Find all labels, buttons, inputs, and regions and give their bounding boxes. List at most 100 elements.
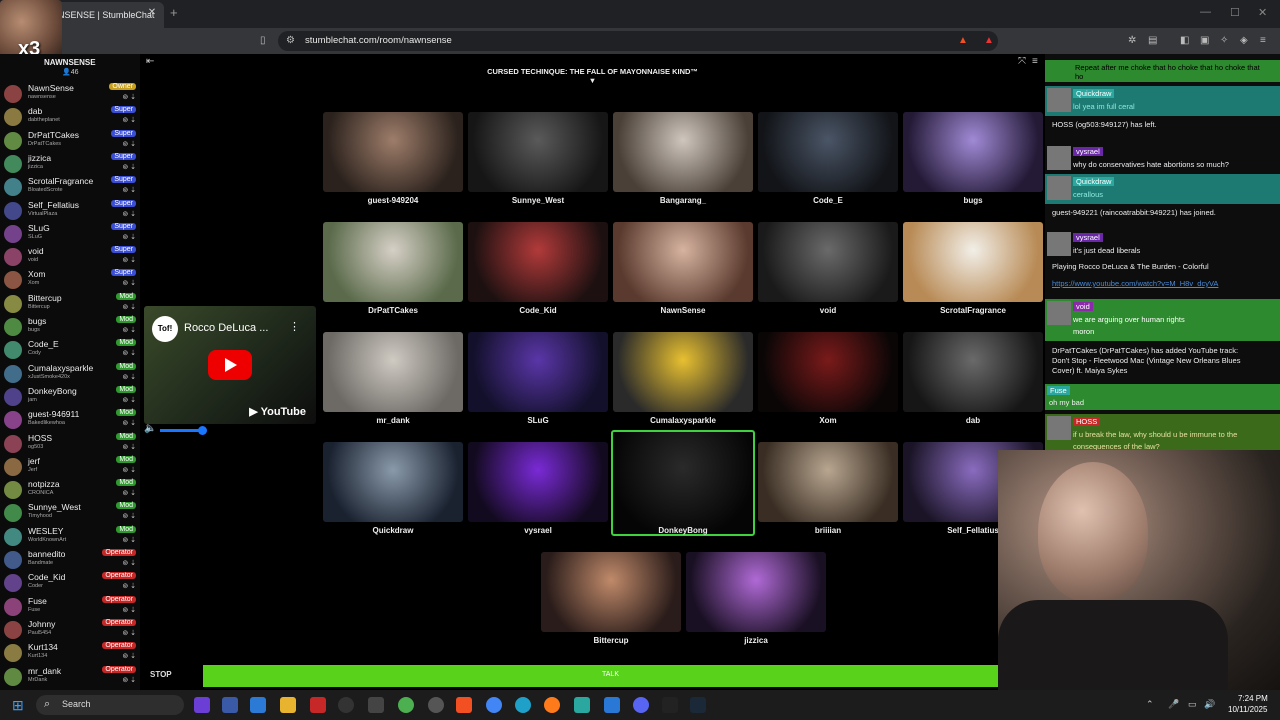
user-list-item[interactable]: guest-946911 Bakedlikewhoa Mod ⊚ ⇣ — [0, 408, 140, 431]
app-icon[interactable] — [368, 697, 384, 713]
user-name[interactable]: WESLEY — [28, 526, 63, 536]
user-name[interactable]: dab — [28, 106, 42, 116]
layout-icon[interactable]: ⤧ — [1018, 56, 1026, 67]
stop-button[interactable]: STOP — [150, 670, 172, 679]
vpn-icon[interactable]: ◈ — [1240, 35, 1248, 46]
user-name[interactable]: ScrotalFragrance — [28, 176, 93, 186]
chat-avatar[interactable] — [1047, 146, 1071, 170]
user-name[interactable]: Kurt134 — [28, 642, 58, 652]
app-icon[interactable] — [428, 697, 444, 713]
user-avatar[interactable] — [4, 364, 22, 383]
user-name[interactable]: bannedito — [28, 549, 65, 559]
volume-control[interactable]: 🔈 — [144, 423, 224, 435]
edge-icon[interactable] — [515, 697, 531, 713]
user-list-item[interactable]: WESLEY WorldKnownArt Mod ⊚ ⇣ — [0, 525, 140, 548]
user-name[interactable]: jizzica — [28, 153, 51, 163]
user-list-item[interactable]: dab dabtheplanet Super ⊚ ⇣ — [0, 105, 140, 128]
collapse-arrow-icon[interactable]: ⇤ — [146, 56, 154, 67]
more-options-icon[interactable]: ⋮ — [289, 320, 300, 333]
user-name[interactable]: bugs — [28, 316, 46, 326]
app-icon[interactable] — [662, 697, 678, 713]
url-text[interactable]: stumblechat.com/room/nawnsense — [305, 35, 452, 46]
menu-icon[interactable]: ≡ — [1032, 56, 1038, 67]
user-list-item[interactable]: bannedito Bandmate Operator ⊚ ⇣ — [0, 548, 140, 571]
user-avatar[interactable] — [4, 667, 22, 686]
user-list-item[interactable]: mr_dank MrDank Operator ⊚ ⇣ — [0, 665, 140, 688]
copilot-icon[interactable] — [194, 697, 210, 713]
chat-username[interactable]: Quickdraw — [1073, 177, 1115, 186]
site-info-icon[interactable]: ⚙ — [286, 35, 295, 46]
user-avatar[interactable] — [4, 574, 22, 593]
camera-tile[interactable] — [758, 222, 898, 302]
user-avatar[interactable] — [4, 201, 22, 220]
user-avatar[interactable] — [4, 504, 22, 523]
chat-avatar[interactable] — [1047, 301, 1071, 325]
user-list-item[interactable]: Code_Kid Coder Operator ⊚ ⇣ — [0, 571, 140, 594]
user-list-item[interactable]: Xom Xom Super ⊚ ⇣ — [0, 268, 140, 291]
camera-tile[interactable] — [903, 222, 1043, 302]
user-name[interactable]: void — [28, 246, 44, 256]
reader-icon[interactable]: ▤ — [1148, 35, 1157, 46]
chat-username[interactable]: void — [1073, 302, 1093, 311]
camera-tile[interactable] — [468, 112, 608, 192]
camera-tile[interactable] — [323, 112, 463, 192]
play-icon[interactable] — [208, 350, 252, 380]
app-icon[interactable] — [338, 697, 354, 713]
user-avatar[interactable] — [4, 271, 22, 290]
brave-rewards-icon[interactable]: ▲ — [984, 35, 994, 46]
minimize-icon[interactable]: — — [1200, 6, 1211, 18]
maximize-icon[interactable]: ☐ — [1230, 6, 1240, 19]
camera-tile[interactable] — [758, 442, 898, 522]
talk-button[interactable]: TALK — [203, 665, 1042, 687]
new-tab-icon[interactable]: + — [170, 5, 178, 20]
user-list-item[interactable]: DrPatTCakes DrPatTCakes Super ⊚ ⇣ — [0, 129, 140, 152]
camera-tile[interactable] — [758, 112, 898, 192]
tray-chevron-icon[interactable]: ⌃ — [1146, 699, 1154, 710]
user-avatar[interactable] — [4, 597, 22, 616]
video-title[interactable]: Rocco DeLuca ... — [184, 322, 268, 334]
chat-username[interactable]: HOSS — [1073, 417, 1101, 426]
user-name[interactable]: Self_Fellatius — [28, 200, 79, 210]
user-name[interactable]: Sunnye_West — [28, 502, 81, 512]
bookmark-icon[interactable]: ▯ — [260, 35, 266, 46]
camera-tile[interactable] — [903, 332, 1043, 412]
user-avatar[interactable] — [4, 224, 22, 243]
user-list-item[interactable]: void void Super ⊚ ⇣ — [0, 245, 140, 268]
network-icon[interactable]: ▭ — [1188, 699, 1197, 710]
app-icon[interactable] — [310, 697, 326, 713]
chat-avatar[interactable] — [1047, 88, 1071, 112]
brave-icon[interactable] — [456, 697, 472, 713]
user-avatar[interactable] — [4, 131, 22, 150]
menu-icon[interactable]: ≡ — [1260, 35, 1266, 46]
app-icon[interactable] — [222, 697, 238, 713]
camera-tile[interactable] — [323, 332, 463, 412]
user-avatar[interactable] — [4, 527, 22, 546]
camera-tile[interactable] — [686, 552, 826, 632]
user-avatar[interactable] — [4, 294, 22, 313]
user-list-item[interactable]: Bittercup Bittercup Mod ⊚ ⇣ — [0, 292, 140, 315]
user-list-item[interactable]: Sunnye_West Timyhood Mod ⊚ ⇣ — [0, 501, 140, 524]
volume-icon[interactable]: 🔊 — [1204, 699, 1215, 710]
wallet-icon[interactable]: ▣ — [1200, 35, 1209, 46]
chat-username[interactable]: Quickdraw — [1073, 89, 1115, 98]
user-list-item[interactable]: bugs bugs Mod ⊚ ⇣ — [0, 315, 140, 338]
camera-tile[interactable] — [758, 332, 898, 412]
camera-tile[interactable] — [613, 112, 753, 192]
volume-handle[interactable] — [198, 426, 207, 435]
camera-tile[interactable] — [541, 552, 681, 632]
steam-icon[interactable] — [690, 697, 706, 713]
user-avatar[interactable] — [4, 318, 22, 336]
clock-time[interactable]: 7:24 PM — [1238, 694, 1268, 703]
app-icon[interactable] — [398, 697, 414, 713]
camera-tile[interactable] — [323, 222, 463, 302]
camera-tile[interactable] — [323, 442, 463, 522]
user-name[interactable]: jerf — [28, 456, 40, 466]
user-avatar[interactable] — [4, 457, 22, 476]
chat-avatar[interactable] — [1047, 232, 1071, 256]
volume-slider[interactable] — [160, 429, 202, 432]
user-avatar[interactable] — [4, 248, 22, 267]
user-list-item[interactable]: DonkeyBong jam Mod ⊚ ⇣ — [0, 385, 140, 408]
user-list-item[interactable]: HOSS og503 Mod ⊚ ⇣ — [0, 432, 140, 455]
close-tab-icon[interactable]: ✕ — [146, 7, 158, 18]
user-list-item[interactable]: Self_Fellatius VirtualPlaza Super ⊚ ⇣ — [0, 199, 140, 222]
